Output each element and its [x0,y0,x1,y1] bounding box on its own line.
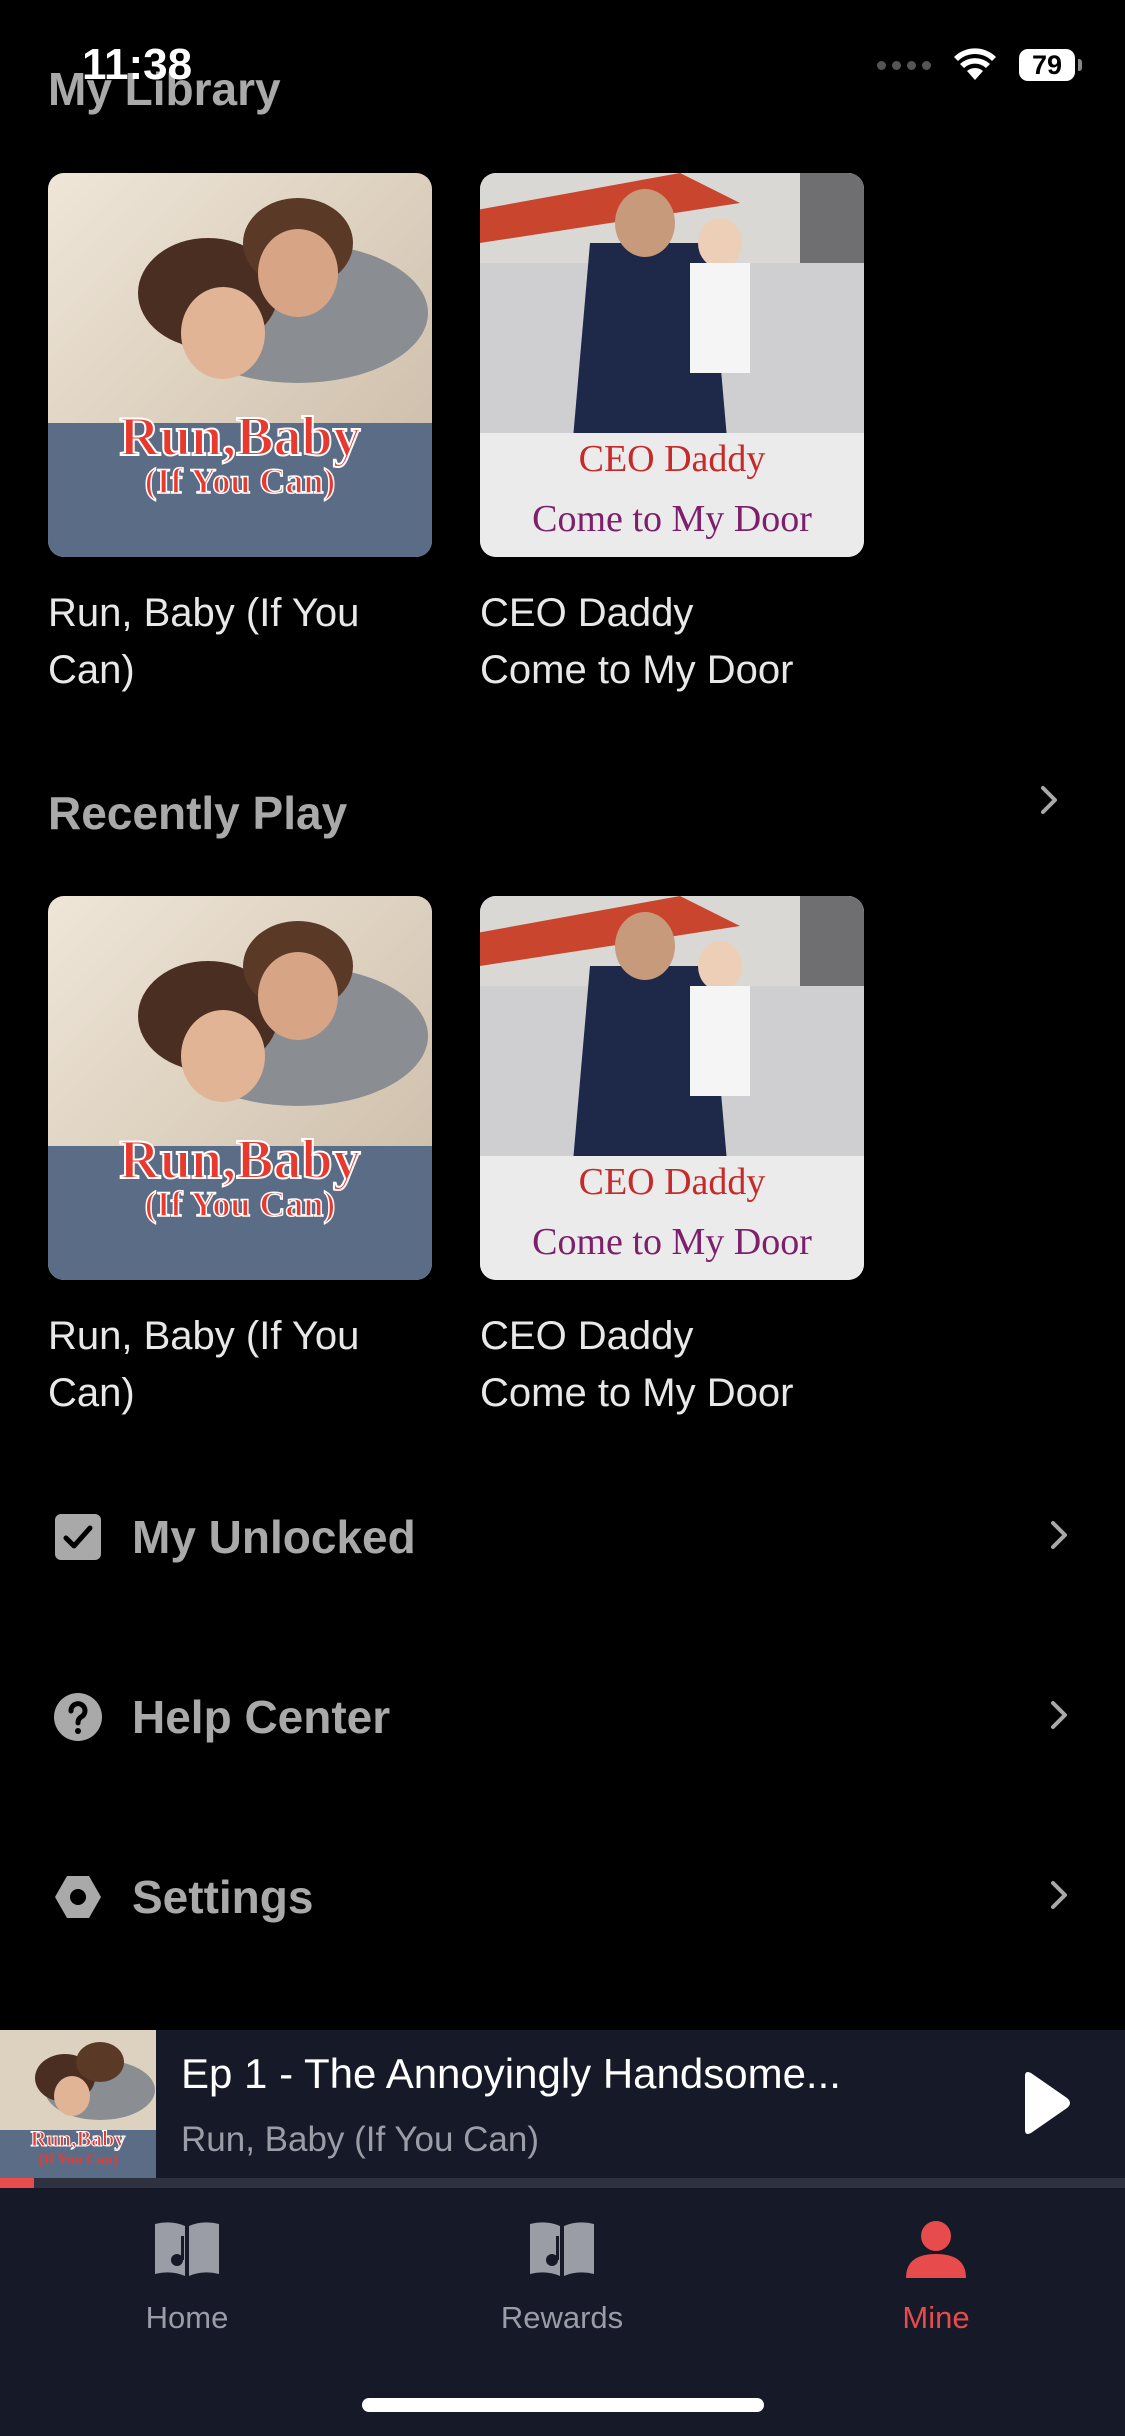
cover-title-text: Run,Baby [119,406,360,468]
wifi-icon [954,48,996,80]
status-icons: 79 [877,48,1082,82]
battery-indicator: 79 [1019,49,1082,81]
mini-player-episode-title[interactable]: Ep 1 - The Annoyingly Handsome... [181,2050,841,2098]
library-row: Run,Baby (If You Can) Run, Baby (If You … [48,173,864,699]
svg-text:(If You Can): (If You Can) [145,1184,336,1224]
chevron-right-icon [1041,1695,1077,1740]
menu-label: My Unlocked [132,1511,416,1563]
tab-label: Home [145,2300,229,2335]
cover-art-couple: Run,Baby (If You Can) [48,896,432,1280]
menu-label: Help Center [132,1691,391,1743]
tab-rewards[interactable]: Rewards [462,2218,662,2336]
question-circle-icon [48,1687,108,1747]
tab-home[interactable]: Home [87,2218,287,2336]
recent-row: Run,Baby (If You Can) Run, Baby (If You … [48,896,864,1422]
svg-text:CEO Daddy: CEO Daddy [579,438,766,480]
recent-card-run-baby[interactable]: Run,Baby (If You Can) Run, Baby (If You … [48,896,432,1422]
cover-art-couple: Run,Baby (If You Can) [0,2030,156,2178]
card-title[interactable]: CEO Daddy Come to My Door [480,585,810,699]
person-icon [906,2221,966,2278]
chevron-right-icon [1041,1875,1077,1920]
menu-settings[interactable]: Settings [48,1862,1077,1932]
recent-card-ceo-daddy[interactable]: CEO Daddy Come to My Door CEO Daddy Come… [480,896,864,1422]
cover-ceo-daddy[interactable]: CEO Daddy Come to My Door [480,896,864,1280]
recent-title: Recently Play [48,787,348,839]
cover-run-baby[interactable]: Run,Baby (If You Can) [48,173,432,557]
menu-my-unlocked[interactable]: My Unlocked [48,1502,1077,1572]
svg-text:Come to My Door: Come to My Door [532,1221,812,1263]
playback-progress-bar[interactable] [0,2178,1125,2188]
mini-player[interactable]: Run,Baby (If You Can) Ep 1 - The Annoyin… [0,2030,1125,2188]
card-title[interactable]: CEO Daddy Come to My Door [480,1308,810,1422]
library-card-run-baby[interactable]: Run,Baby (If You Can) Run, Baby (If You … [48,173,432,699]
cellular-signal-icon [877,60,931,70]
checkbox-icon [48,1507,108,1567]
tab-label: Rewards [500,2300,624,2335]
book-icon [155,2222,219,2276]
play-icon[interactable] [1015,2068,1075,2138]
svg-text:(If You Can): (If You Can) [145,461,336,501]
menu-label: Settings [132,1871,314,1923]
book-icon [530,2222,594,2276]
recent-see-all-chevron-icon[interactable] [1031,780,1067,820]
cover-art-couple: Run,Baby (If You Can) [48,173,432,557]
hexagon-gear-icon [48,1867,108,1927]
svg-text:Run,Baby: Run,Baby [31,2126,126,2151]
tab-label: Mine [902,2300,970,2335]
tab-mine[interactable]: Mine [836,2218,1036,2336]
menu-help-center[interactable]: Help Center [48,1682,1077,1752]
card-title[interactable]: Run, Baby (If You Can) [48,585,378,699]
library-card-ceo-daddy[interactable]: CEO Daddy Come to My Door CEO Daddy Come… [480,173,864,699]
chevron-right-icon [1041,1515,1077,1560]
svg-text:CEO Daddy: CEO Daddy [579,1161,766,1203]
svg-text:(If You Can): (If You Can) [38,2152,117,2168]
svg-text:Come to My Door: Come to My Door [532,498,812,540]
status-time: 11:38 [82,40,193,89]
cover-ceo-daddy[interactable]: CEO Daddy Come to My Door [480,173,864,557]
cover-art-father-child: CEO Daddy Come to My Door [480,173,864,557]
mini-player-cover[interactable]: Run,Baby (If You Can) [0,2030,156,2178]
cover-run-baby[interactable]: Run,Baby (If You Can) [48,896,432,1280]
svg-text:Run,Baby: Run,Baby [119,1129,360,1191]
card-title[interactable]: Run, Baby (If You Can) [48,1308,378,1422]
mini-player-show-title[interactable]: Run, Baby (If You Can) [181,2120,539,2160]
cover-art-father-child: CEO Daddy Come to My Door [480,896,864,1280]
home-indicator[interactable] [362,2398,764,2412]
playback-progress-fill [0,2178,34,2188]
